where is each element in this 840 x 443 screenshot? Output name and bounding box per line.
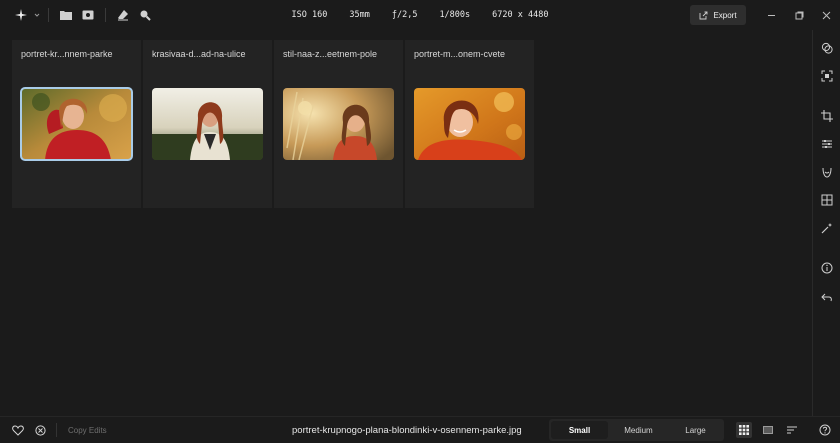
favorite-button[interactable] [12,417,24,443]
app-menu-chevron[interactable] [32,4,42,26]
thumbnail-card[interactable]: portret-m...onem-cvete [405,40,534,208]
aperture-value: ƒ/2,5 [391,10,418,20]
minimize-icon [767,14,775,16]
import-icon [82,10,94,20]
search-zoom-icon [140,10,151,21]
copy-edits-button[interactable]: Copy Edits [68,417,107,443]
size-small-option[interactable]: Small [551,421,608,439]
eraser-button[interactable] [112,4,134,26]
help-question-icon [819,424,831,436]
portrait-photo-red-sweater [21,88,132,160]
undo-history-icon [821,293,832,302]
thumbnail-title: krasivaa-d...ad-na-ulice [152,49,246,59]
magic-wand-icon [821,223,832,234]
folder-icon [60,11,72,20]
sort-button[interactable] [784,422,800,438]
heart-icon [12,424,24,436]
current-filename: portret-krupnogo-plana-blondinki-v-osenn… [292,424,522,436]
iso-value: ISO 160 [291,10,328,20]
zoom-button[interactable] [134,4,156,26]
restore-window-icon [795,11,803,19]
thumbnail-grid: portret-kr...nnem-parke krasivaa-d...ad-… [0,30,812,416]
sparkle-menu-icon [15,9,27,21]
toolbar-left-group [10,4,156,26]
minimize-button[interactable] [757,0,785,30]
thumbnail-card[interactable]: stil-naa-z...eetnem-pole [274,40,403,208]
export-button[interactable]: Export [690,5,746,25]
import-button[interactable] [77,4,99,26]
thumbnail-title: portret-kr...nnem-parke [21,49,113,59]
help-button[interactable] [819,417,831,443]
layers-button[interactable] [819,192,835,208]
history-button[interactable] [819,290,835,306]
export-icon [699,11,708,19]
app-menu-button[interactable] [10,4,32,26]
thumbnail-card[interactable]: portret-kr...nnem-parke [12,40,141,208]
chevron-down-icon [34,13,40,17]
grid-view-icon [739,425,749,435]
presets-button[interactable] [819,40,835,56]
focal-length-value: 35mm [349,10,370,20]
focus-frame-icon [821,70,833,82]
thumbnail-title: portret-m...onem-cvete [414,49,506,59]
thumbnail-image[interactable] [20,87,133,161]
crop-button[interactable] [819,108,835,124]
maximize-button[interactable] [785,0,813,30]
ai-tools-button[interactable] [819,220,835,236]
shutter-speed-value: 1/800s [439,10,471,20]
thumbnail-image[interactable] [152,88,263,160]
grid-layers-icon [821,194,833,206]
close-icon [822,11,830,19]
top-toolbar: ISO 160 35mm ƒ/2,5 1/800s 6720 x 4480 Ex… [0,0,840,30]
toolbar-divider [48,8,49,22]
bottom-divider [56,417,57,443]
size-medium-option[interactable]: Medium [610,419,667,441]
portrait-photo-field [283,88,394,160]
size-large-option[interactable]: Large [667,419,724,441]
reject-circle-x-icon [35,424,46,436]
sliders-icon [822,140,832,148]
single-image-view-icon [763,426,773,434]
image-dimensions-value: 6720 x 4480 [492,10,549,20]
eraser-icon [118,10,128,21]
thumbnail-title: stil-naa-z...eetnem-pole [283,49,378,59]
thumbnail-image[interactable] [414,88,525,160]
crop-icon [821,110,833,122]
adjustments-button[interactable] [819,136,835,152]
info-icon [821,262,833,274]
thumbnail-card[interactable]: krasivaa-d...ad-na-ulice [143,40,272,208]
right-tool-sidebar [812,30,840,416]
open-folder-button[interactable] [55,4,77,26]
thumbnail-image[interactable] [283,88,394,160]
portrait-photo-street [152,88,263,160]
single-view-button[interactable] [760,422,776,438]
toolbar-divider [105,8,106,22]
close-button[interactable] [812,0,840,30]
bottom-status-bar: Copy Edits portret-krupnogo-plana-blondi… [0,416,840,443]
sort-lines-icon [787,426,797,434]
portrait-photo-flowers [414,88,525,160]
export-label: Export [713,10,737,20]
face-retouch-icon [822,167,832,178]
overlapping-circles-icon [821,42,833,54]
reject-button[interactable] [35,417,46,443]
portrait-tools-button[interactable] [819,164,835,180]
info-button[interactable] [819,260,835,276]
grid-view-button[interactable] [736,422,752,438]
thumbnail-size-toggle: Small Medium Large [549,419,724,441]
select-subject-button[interactable] [819,68,835,84]
